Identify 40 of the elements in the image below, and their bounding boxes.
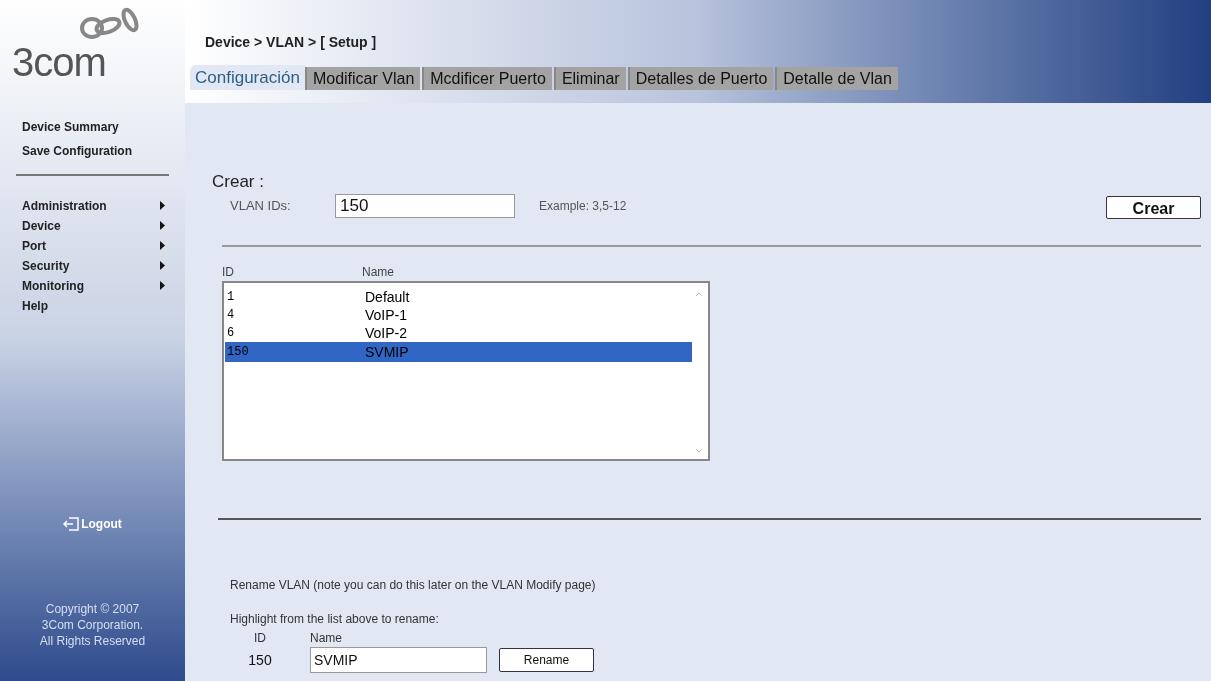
tab[interactable]: Modificar Vlan [304, 67, 421, 90]
column-header: Name [362, 264, 394, 281]
name-label: Name [310, 630, 343, 647]
logout-icon [63, 517, 80, 531]
id-value: 150 [248, 651, 272, 670]
rename-note: Rename VLAN (note you can do this later on the VLAN Modify page) [230, 577, 597, 594]
vlan-row[interactable]: 150 SVMIP [225, 342, 692, 362]
example-text: Example: 3,5-12 [539, 197, 627, 215]
menu-item[interactable]: Security [22, 258, 165, 273]
menu-item[interactable]: Help [22, 298, 165, 313]
copyright-text: Copyright © 2007 [45, 601, 140, 617]
rename-button[interactable]: Rename [499, 648, 594, 672]
tab[interactable]: Configuración [190, 65, 305, 90]
tab[interactable]: Eliminar [553, 67, 626, 90]
id-label: ID [254, 630, 266, 647]
menu-item[interactable]: Device [22, 218, 165, 233]
vlan-row[interactable]: 1 Default [225, 288, 692, 306]
sidebar-link[interactable]: Save Configuration [22, 142, 185, 160]
name-field[interactable]: SVMIP [310, 647, 487, 673]
vlan-row[interactable]: 6 VoIP-2 [225, 324, 692, 342]
copyright-text: All Rights Reserved [39, 633, 146, 649]
vlan-ids-field[interactable]: 150 [335, 193, 515, 218]
column-header: ID [222, 264, 235, 281]
field-label: VLAN IDs: [230, 196, 292, 215]
copyright-text: 3Com Corporation. [41, 617, 144, 633]
section-title: Crear : [212, 173, 265, 190]
menu-item[interactable]: Monitoring [22, 278, 165, 293]
vlan-listbox[interactable]: 1 Default 4 VoIP-1 6 VoIP-2 150 SVMIP [222, 281, 710, 461]
tab[interactable]: Detalles de Puerto [627, 67, 774, 90]
create-button[interactable]: Crear [1106, 196, 1201, 219]
rename-hint: Highlight from the list above to rename: [230, 611, 440, 628]
logout-link[interactable]: Logout [63, 515, 122, 533]
sidebar-link[interactable]: Device Summary [22, 118, 185, 136]
tab[interactable]: Mcdificer Puerto [422, 67, 552, 90]
logo-text: 3com [12, 42, 107, 82]
vlan-row[interactable]: 4 VoIP-1 [225, 306, 692, 324]
tab[interactable]: Detalle de Vlan [775, 67, 898, 90]
menu-item[interactable]: Port [22, 238, 165, 253]
menu-item[interactable]: Administration [22, 198, 165, 213]
breadcrumb: Device > VLAN > [ Setup ] [205, 33, 378, 52]
